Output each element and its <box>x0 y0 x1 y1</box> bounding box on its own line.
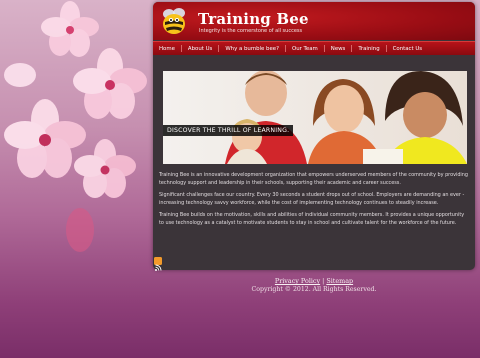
nav-item-training[interactable]: Training <box>352 46 385 52</box>
site-container: Training Bee Integrity is the cornerston… <box>153 2 475 270</box>
nav-separator <box>284 45 286 52</box>
nav-item-about-us[interactable]: About Us <box>182 46 218 52</box>
nav-item-home[interactable]: Home <box>153 46 181 52</box>
nav-separator <box>180 45 182 52</box>
footer-links: Privacy Policy | Sitemap <box>153 277 475 285</box>
nav-item-why-bumble-bee[interactable]: Why a bumble bee? <box>219 46 285 52</box>
nav-separator <box>218 45 220 52</box>
rss-icon[interactable] <box>154 257 162 271</box>
nav-item-contact-us[interactable]: Contact Us <box>387 46 428 52</box>
intro-paragraph: Training Bee is an innovative developmen… <box>159 172 468 186</box>
intro-paragraph: Significant challenges face our country.… <box>159 192 465 206</box>
nav-item-our-team[interactable]: Our Team <box>286 46 324 52</box>
site-header: Training Bee Integrity is the cornerston… <box>153 2 475 40</box>
main-nav: Home About Us Why a bumble bee? Our Team… <box>153 41 475 55</box>
nav-separator <box>351 45 353 52</box>
site-tagline: Integrity is the cornerstone of all succ… <box>199 28 303 34</box>
nav-item-news[interactable]: News <box>325 46 352 52</box>
site-title: Training Bee <box>198 10 309 28</box>
hero-banner: DISCOVER THE THRILL OF LEARNING. <box>163 71 467 164</box>
bee-icon <box>163 8 185 34</box>
cherry-blossom-background <box>4 1 147 252</box>
sitemap-link[interactable]: Sitemap <box>326 277 353 285</box>
nav-separator <box>323 45 325 52</box>
privacy-policy-link[interactable]: Privacy Policy <box>275 277 320 285</box>
nav-separator <box>385 45 387 52</box>
intro-paragraph: Training Bee builds on the motivation, s… <box>159 212 465 226</box>
footer-separator: | <box>322 277 325 285</box>
hero-photo-students <box>225 71 467 164</box>
intro-content: Training Bee is an innovative developmen… <box>159 172 469 233</box>
hero-caption: DISCOVER THE THRILL OF LEARNING. <box>163 125 294 136</box>
copyright-text: Copyright © 2012. All Rights Reserved. <box>251 286 377 293</box>
